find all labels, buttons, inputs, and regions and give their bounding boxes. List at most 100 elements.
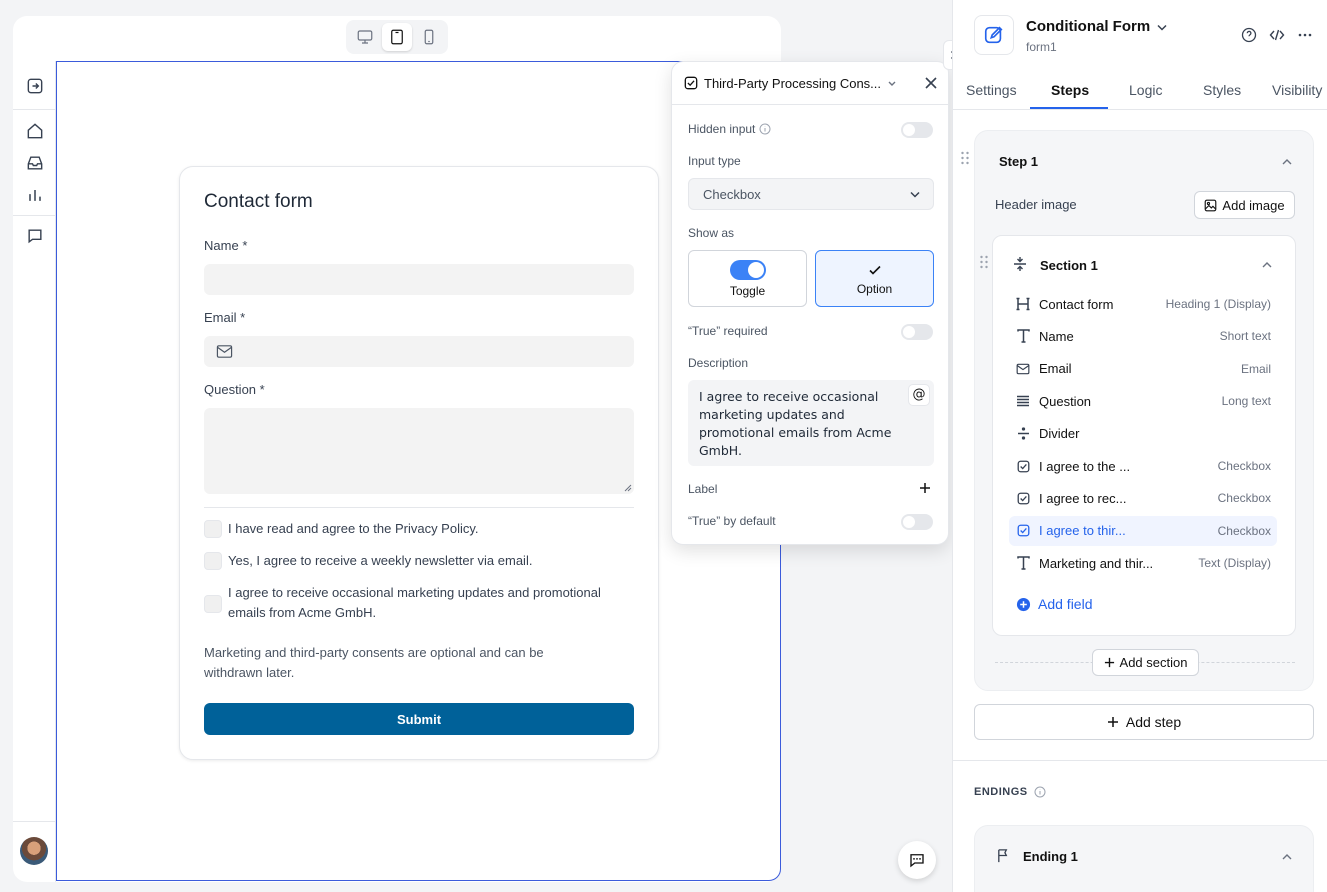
endings-heading: ENDINGS: [974, 786, 1046, 798]
check-icon: [868, 265, 881, 275]
field-row[interactable]: I agree to rec... Checkbox: [1009, 483, 1277, 513]
help-icon[interactable]: [1241, 27, 1257, 43]
checkbox-privacy[interactable]: I have read and agree to the Privacy Pol…: [204, 519, 634, 539]
field-type: Checkbox: [1217, 459, 1271, 473]
field-row[interactable]: Contact form Heading 1 (Display): [1009, 289, 1277, 319]
mobile-view-button[interactable]: [414, 23, 444, 51]
hidden-input-switch[interactable]: [901, 122, 933, 138]
chat-button[interactable]: [898, 841, 936, 879]
field-name: Marketing and thir...: [1039, 555, 1154, 571]
add-image-label: Add image: [1222, 197, 1285, 213]
form-id: form1: [1026, 40, 1057, 54]
mobile-icon: [424, 29, 434, 45]
ending-title[interactable]: Ending 1: [1023, 849, 1078, 864]
inbox-icon[interactable]: [25, 153, 45, 173]
add-image-button[interactable]: Add image: [1194, 191, 1295, 219]
tab-settings[interactable]: Settings: [966, 82, 1017, 98]
checkbox[interactable]: [204, 520, 222, 538]
chevron-up-icon[interactable]: [1261, 259, 1273, 271]
tablet-view-button[interactable]: [382, 23, 412, 51]
name-label: Name *: [204, 238, 248, 253]
field-name: Contact form: [1039, 296, 1114, 312]
option-label: Toggle: [729, 283, 766, 298]
field-row[interactable]: Marketing and thir... Text (Display): [1009, 548, 1277, 578]
input-type-value: Checkbox: [703, 186, 761, 202]
form-name-dropdown[interactable]: Conditional Form: [1026, 18, 1168, 35]
tab-logic[interactable]: Logic: [1129, 82, 1162, 98]
description-input[interactable]: I agree to receive occasional marketing …: [688, 380, 934, 466]
checkbox-label: I agree to receive occasional marketing …: [228, 585, 601, 620]
info-icon: [1034, 786, 1046, 798]
close-icon[interactable]: [924, 76, 938, 90]
field-row[interactable]: Divider: [1009, 419, 1277, 449]
tab-visibility[interactable]: Visibility: [1272, 82, 1322, 98]
section-title[interactable]: Section 1: [1040, 258, 1098, 273]
true-default-label: “True” by default: [688, 514, 776, 528]
more-icon[interactable]: [1297, 27, 1313, 43]
chevron-up-icon[interactable]: [1281, 851, 1293, 863]
show-as-label: Show as: [688, 226, 735, 240]
image-icon: [1205, 199, 1217, 211]
show-as-option-option[interactable]: Option: [815, 250, 934, 307]
field-name: I agree to the ...: [1039, 458, 1131, 474]
form-name: Conditional Form: [1026, 18, 1151, 35]
input-type-select[interactable]: Checkbox: [688, 178, 934, 210]
mail-icon: [216, 345, 233, 358]
field-type: Checkbox: [1217, 491, 1271, 506]
mention-button[interactable]: @: [908, 384, 930, 406]
plus-icon[interactable]: [919, 482, 931, 494]
drag-handle-icon[interactable]: [979, 255, 989, 269]
email-input[interactable]: [204, 336, 634, 367]
question-textarea[interactable]: [204, 408, 634, 494]
device-switcher: [346, 20, 448, 54]
exit-icon[interactable]: [25, 76, 45, 96]
checkbox-icon: [1009, 492, 1037, 505]
input-type-label: Input type: [688, 154, 741, 168]
field-row[interactable]: Name Short text: [1009, 321, 1277, 351]
analytics-icon[interactable]: [25, 185, 45, 205]
field-type: Text (Display): [1198, 556, 1271, 571]
checkbox-icon: [1009, 460, 1037, 473]
add-step-button[interactable]: Add step: [974, 704, 1314, 740]
code-icon[interactable]: [1269, 27, 1285, 43]
flag-icon: [998, 849, 1008, 863]
true-required-switch[interactable]: [901, 324, 933, 340]
avatar[interactable]: [20, 837, 48, 865]
step-title[interactable]: Step 1: [999, 154, 1038, 169]
add-section-button[interactable]: Add section: [1092, 649, 1199, 676]
ending-card: Ending 1: [974, 825, 1314, 892]
form-title: Contact form: [204, 191, 313, 212]
checkbox[interactable]: [204, 552, 222, 570]
field-row[interactable]: Email Email: [1009, 354, 1277, 384]
add-field-button[interactable]: Add field: [1016, 596, 1092, 612]
checkbox-marketing[interactable]: I agree to receive occasional marketing …: [204, 583, 634, 623]
checkbox-newsletter[interactable]: Yes, I agree to receive a weekly newslet…: [204, 551, 634, 571]
drag-handle-icon[interactable]: [960, 151, 970, 165]
tab-steps[interactable]: Steps: [1051, 82, 1089, 98]
text-icon: [1009, 329, 1037, 344]
field-row[interactable]: I agree to thir... Checkbox: [1009, 515, 1277, 546]
show-as-toggle-option[interactable]: Toggle: [688, 250, 807, 307]
tab-styles[interactable]: Styles: [1203, 82, 1241, 98]
true-default-switch[interactable]: [901, 514, 933, 530]
label-label: Label: [688, 482, 718, 496]
name-input[interactable]: [204, 264, 634, 295]
field-row[interactable]: I agree to the ... Checkbox: [1009, 451, 1277, 481]
option-label: Option: [856, 281, 893, 296]
rail-divider: [13, 109, 56, 110]
checkbox[interactable]: [204, 594, 222, 613]
form-divider: [204, 507, 634, 508]
field-row[interactable]: Question Long text: [1009, 386, 1277, 416]
submit-button[interactable]: Submit: [204, 703, 634, 735]
rail-divider: [13, 215, 56, 216]
plus-icon: [1104, 657, 1114, 668]
panel-divider: [953, 760, 1327, 761]
info-icon: [759, 123, 771, 135]
chevron-up-icon[interactable]: [1281, 156, 1293, 168]
comments-icon[interactable]: [25, 226, 45, 246]
chevron-down-icon[interactable]: [887, 78, 897, 88]
field-name: Divider: [1039, 426, 1080, 442]
desktop-icon: [357, 30, 373, 44]
home-icon[interactable]: [25, 121, 45, 141]
desktop-view-button[interactable]: [350, 23, 380, 51]
